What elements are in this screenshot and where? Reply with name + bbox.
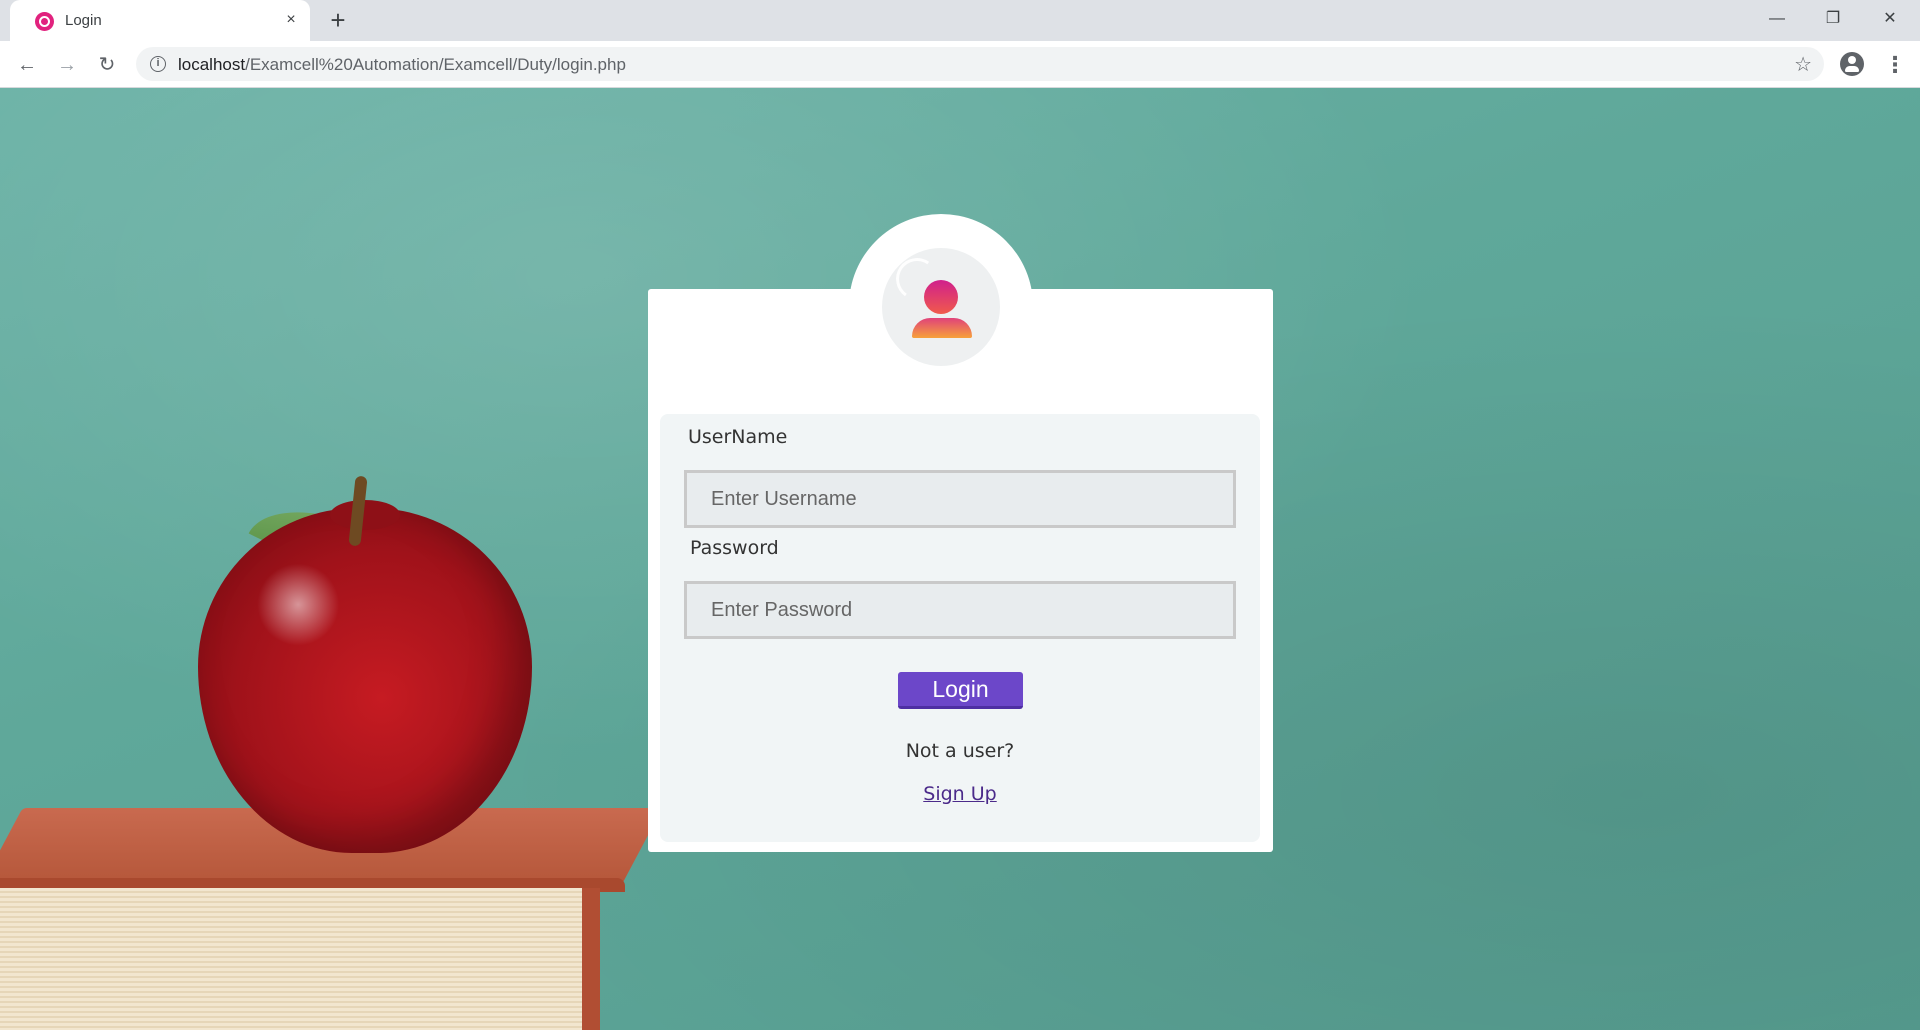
not-user-text: Not a user? bbox=[905, 740, 1015, 762]
browser-menu-icon[interactable]: ⋮ bbox=[1884, 51, 1906, 79]
back-button[interactable]: ← bbox=[13, 51, 41, 79]
signup-link-text[interactable]: Sign Up bbox=[923, 783, 996, 805]
minimize-button[interactable]: — bbox=[1762, 6, 1792, 32]
book-pages bbox=[0, 888, 600, 1030]
signup-link: Sign Up bbox=[660, 783, 1260, 805]
apple-top bbox=[330, 500, 400, 530]
username-label: UserName bbox=[688, 426, 788, 448]
url-path: /Examcell%20Automation/Examcell/Duty/log… bbox=[245, 55, 626, 74]
close-tab-icon[interactable]: × bbox=[282, 11, 300, 29]
wamp-icon bbox=[35, 12, 54, 31]
password-input[interactable] bbox=[684, 581, 1236, 639]
forward-button[interactable]: → bbox=[53, 51, 81, 79]
reload-button[interactable]: ↻ bbox=[93, 51, 121, 79]
account-icon[interactable] bbox=[1840, 52, 1864, 76]
login-button[interactable]: Login bbox=[898, 672, 1023, 709]
tab-title: Login bbox=[65, 12, 102, 29]
login-page: UserName Password Login Not a user? Sign… bbox=[0, 88, 1920, 1030]
password-label: Password bbox=[690, 537, 779, 559]
bookmark-star-icon[interactable]: ☆ bbox=[1794, 52, 1812, 77]
avatar-head bbox=[924, 280, 958, 314]
restore-button[interactable]: ❐ bbox=[1818, 6, 1848, 32]
browser-tab-strip: Login × + — ❐ ✕ bbox=[0, 0, 1920, 41]
username-input[interactable] bbox=[684, 470, 1236, 528]
url-text[interactable]: localhost/Examcell%20Automation/Examcell… bbox=[178, 55, 626, 75]
site-info-icon[interactable]: i bbox=[150, 56, 166, 72]
user-avatar-icon bbox=[882, 248, 1000, 366]
url-host: localhost bbox=[178, 55, 246, 74]
browser-toolbar: ← → ↻ i localhost/Examcell%20Automation/… bbox=[0, 41, 1920, 88]
address-bar[interactable]: i localhost/Examcell%20Automation/Examce… bbox=[136, 47, 1824, 81]
apple-illustration bbox=[198, 508, 532, 853]
new-tab-button[interactable]: + bbox=[325, 7, 351, 34]
avatar-body bbox=[912, 318, 972, 338]
close-window-button[interactable]: ✕ bbox=[1875, 6, 1905, 32]
browser-tab[interactable]: Login × bbox=[10, 0, 310, 41]
